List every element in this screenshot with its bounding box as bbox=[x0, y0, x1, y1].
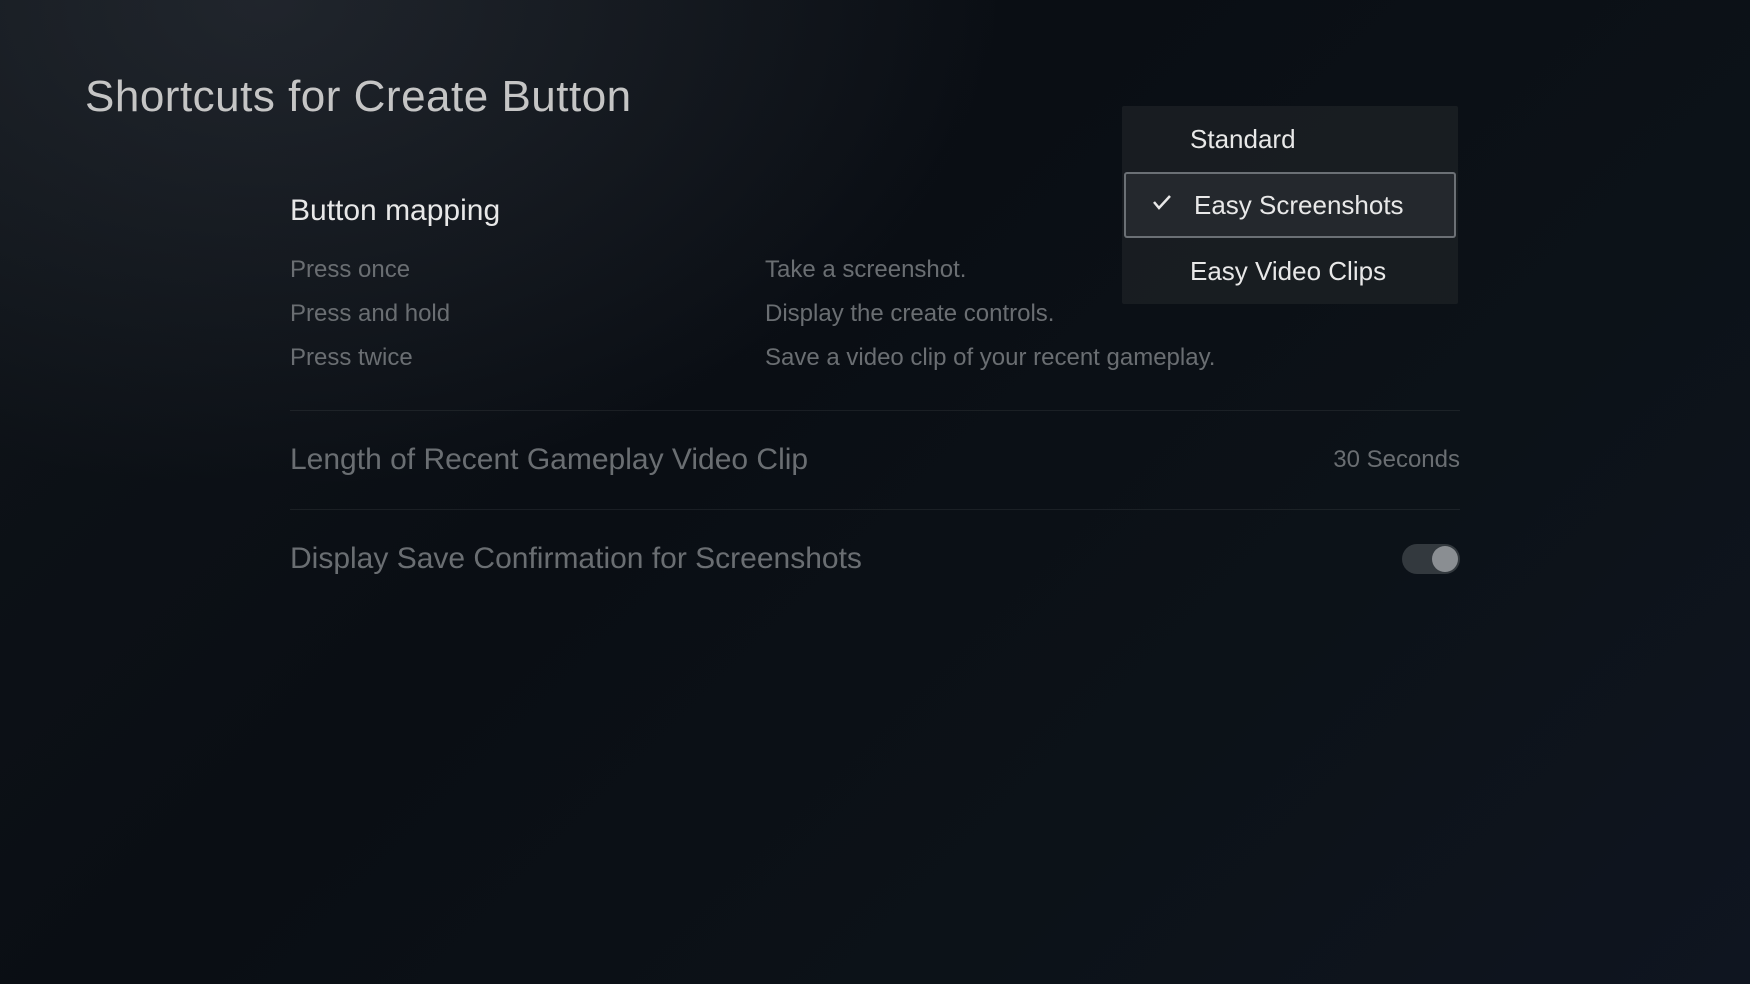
dropdown-item-standard[interactable]: Standard bbox=[1122, 106, 1458, 172]
dropdown-item-label: Standard bbox=[1190, 124, 1434, 155]
mapping-row: Press twice Save a video clip of your re… bbox=[290, 344, 1460, 372]
dropdown-item-easy-screenshots[interactable]: Easy Screenshots bbox=[1124, 172, 1456, 238]
mapping-action: Press twice bbox=[290, 344, 765, 372]
toggle-knob bbox=[1432, 546, 1458, 572]
save-confirmation-toggle[interactable] bbox=[1402, 544, 1460, 574]
setting-label: Length of Recent Gameplay Video Clip bbox=[290, 443, 1333, 477]
mapping-row: Press and hold Display the create contro… bbox=[290, 300, 1460, 328]
check-icon bbox=[1150, 190, 1174, 221]
mapping-description: Display the create controls. bbox=[765, 300, 1460, 328]
mapping-description: Save a video clip of your recent gamepla… bbox=[765, 344, 1460, 372]
mapping-action: Press and hold bbox=[290, 300, 765, 328]
setting-value: 30 Seconds bbox=[1333, 446, 1460, 474]
dropdown-item-label: Easy Screenshots bbox=[1194, 190, 1430, 221]
video-clip-length-setting[interactable]: Length of Recent Gameplay Video Clip 30 … bbox=[290, 411, 1460, 509]
dropdown-item-label: Easy Video Clips bbox=[1190, 256, 1434, 287]
setting-label: Display Save Confirmation for Screenshot… bbox=[290, 542, 1402, 576]
dropdown-item-easy-video-clips[interactable]: Easy Video Clips bbox=[1122, 238, 1458, 304]
page-title: Shortcuts for Create Button bbox=[85, 72, 632, 122]
mapping-action: Press once bbox=[290, 256, 765, 284]
save-confirmation-setting[interactable]: Display Save Confirmation for Screenshot… bbox=[290, 510, 1460, 608]
button-mapping-dropdown: Standard Easy Screenshots Easy Video Cli… bbox=[1122, 106, 1458, 304]
check-space bbox=[1150, 190, 1194, 221]
